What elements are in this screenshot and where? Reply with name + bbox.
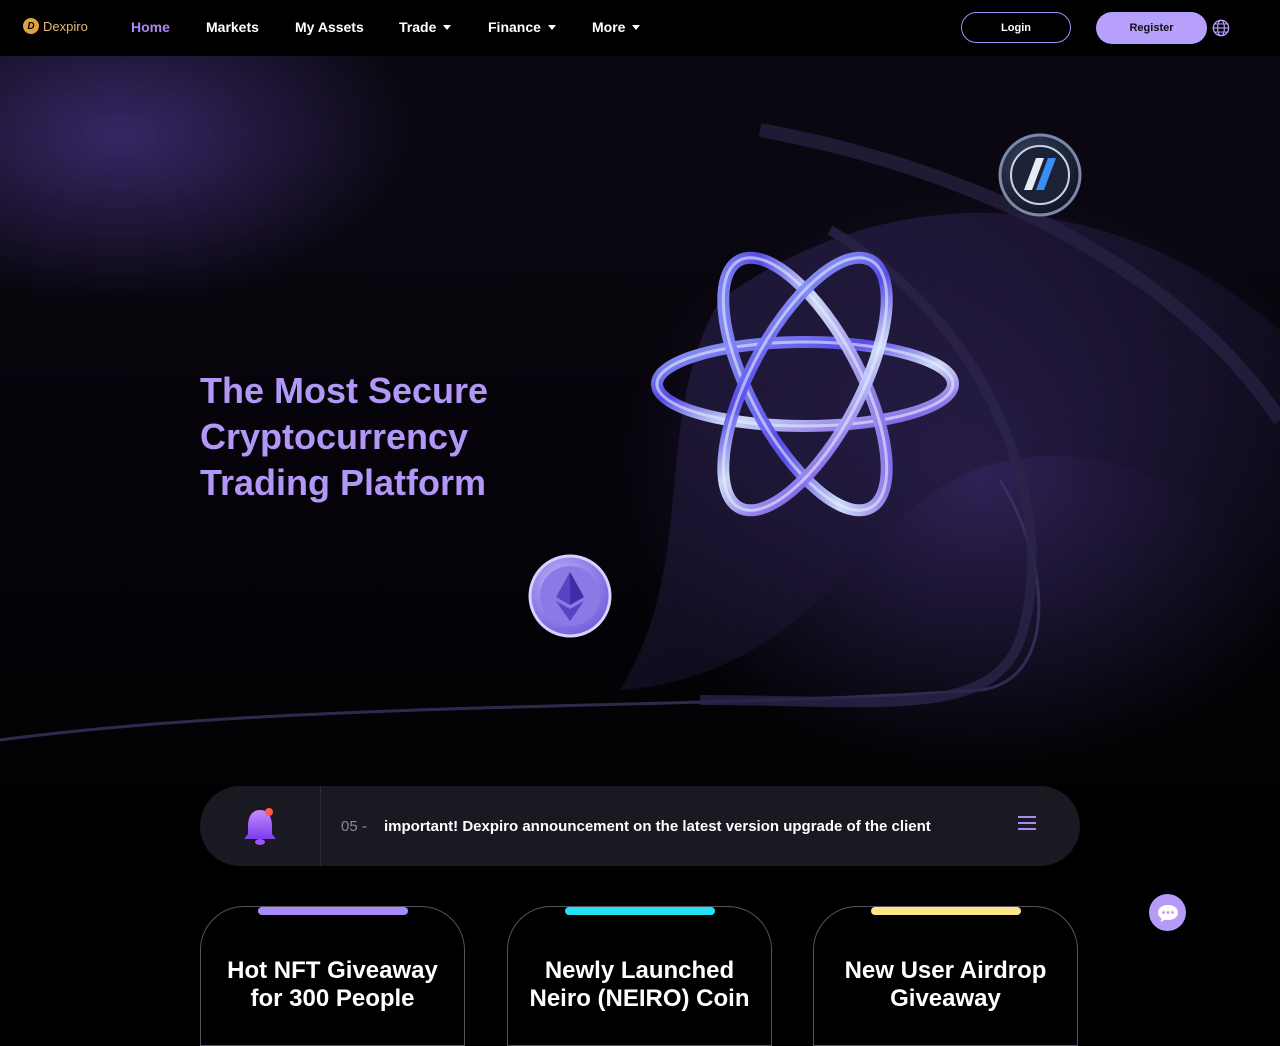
brand-logo[interactable]: D Dexpiro <box>23 18 88 34</box>
nav-item-label: My Assets <box>295 19 364 35</box>
top-navbar: D Dexpiro Home Markets My Assets Trade F… <box>0 0 1280 56</box>
list-icon[interactable] <box>1018 816 1036 832</box>
ethereum-coin-icon <box>528 554 612 638</box>
hero-section: The Most Secure Cryptocurrency Trading P… <box>0 56 1280 786</box>
nav-item-trade[interactable]: Trade <box>399 19 452 35</box>
promo-card-airdrop[interactable]: New User Airdrop Giveaway <box>813 906 1078 1046</box>
chat-support-button[interactable] <box>1149 894 1186 931</box>
caret-down-icon <box>632 24 641 30</box>
hero-headline: The Most Secure Cryptocurrency Trading P… <box>200 368 620 506</box>
card-title-line: New User Airdrop <box>844 957 1047 984</box>
card-title: Hot NFT Giveaway for 300 People <box>201 957 464 1013</box>
headline-line: Cryptocurrency <box>200 416 469 457</box>
promo-card-nft[interactable]: Hot NFT Giveaway for 300 People <box>200 906 465 1046</box>
card-title: Newly Launched Neiro (NEIRO) Coin <box>508 957 771 1013</box>
card-title-line: Newly Launched <box>544 957 735 984</box>
brand-name: Dexpiro <box>43 18 88 34</box>
card-title: New User Airdrop Giveaway <box>814 957 1077 1013</box>
announcement-icon-area <box>200 786 321 866</box>
arbitrum-coin-icon <box>998 133 1082 217</box>
card-title-line: Giveaway <box>890 985 1001 1012</box>
card-accent-bar <box>871 907 1021 915</box>
headline-line: Trading Platform <box>200 462 487 503</box>
hero-background-art <box>0 123 1280 742</box>
nav-item-label: More <box>592 19 626 35</box>
globe-icon[interactable] <box>1212 19 1230 37</box>
headline-line: The Most Secure <box>200 370 489 411</box>
announcement-bar[interactable]: 05 - important! Dexpiro announcement on … <box>200 786 1080 866</box>
nav-item-label: Markets <box>206 19 259 35</box>
nav-item-markets[interactable]: Markets <box>206 19 259 35</box>
caret-down-icon <box>547 24 556 30</box>
card-title-line: Hot NFT Giveaway <box>227 957 438 984</box>
nav-item-label: Home <box>131 19 170 35</box>
promo-card-neiro[interactable]: Newly Launched Neiro (NEIRO) Coin <box>507 906 772 1046</box>
nav-item-finance[interactable]: Finance <box>488 19 556 35</box>
announcement-index: 05 - <box>341 818 367 835</box>
register-button[interactable]: Register <box>1096 12 1207 44</box>
nav-item-label: Trade <box>399 19 437 35</box>
caret-down-icon <box>443 24 452 30</box>
logo-icon: D <box>23 18 39 34</box>
login-button[interactable]: Login <box>961 12 1071 43</box>
nav-item-my-assets[interactable]: My Assets <box>295 19 364 35</box>
nav-item-more[interactable]: More <box>592 19 641 35</box>
nav-item-home[interactable]: Home <box>131 19 170 35</box>
nav-item-label: Finance <box>488 19 541 35</box>
card-title-line: Neiro (NEIRO) Coin <box>529 985 750 1012</box>
bell-icon <box>244 808 276 845</box>
chat-bubble-icon <box>1157 904 1178 922</box>
card-title-line: for 300 People <box>250 985 415 1012</box>
card-accent-bar <box>565 907 715 915</box>
announcement-text[interactable]: important! Dexpiro announcement on the l… <box>384 818 931 835</box>
card-accent-bar <box>258 907 408 915</box>
